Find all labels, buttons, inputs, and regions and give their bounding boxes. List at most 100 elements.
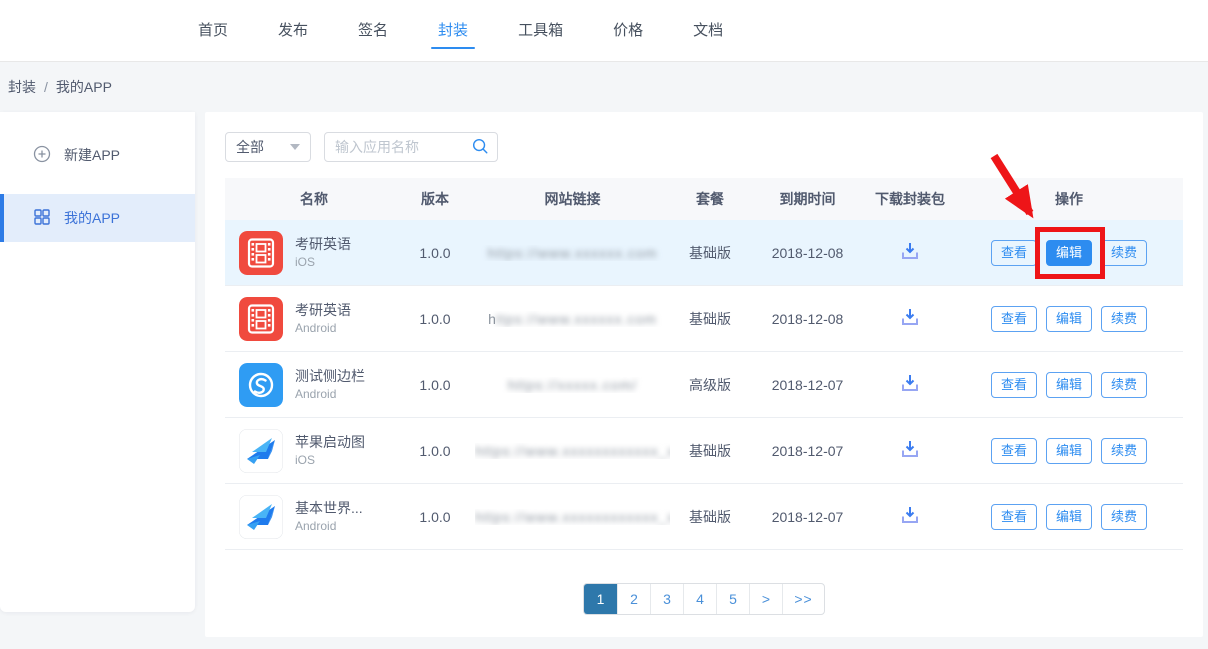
app-version: 1.0.0 [395,509,475,525]
breadcrumb-parent[interactable]: 封装 [8,79,36,95]
download-icon[interactable] [897,304,923,333]
sidebar-item-new-app[interactable]: 新建APP [0,130,195,180]
table-row: 苹果启动图 iOS 1.0.0 https://www.xxxxxxxxxxxx… [225,418,1183,484]
sidebar-item-label: 新建APP [64,145,120,165]
app-version: 1.0.0 [395,245,475,261]
nav-item-publish[interactable]: 发布 [278,0,308,62]
app-platform: Android [295,386,365,402]
column-header-plan: 套餐 [670,189,750,209]
app-version: 1.0.0 [395,443,475,459]
app-expiry: 2018-12-07 [750,443,865,459]
app-expiry: 2018-12-07 [750,509,865,525]
download-icon[interactable] [897,370,923,399]
app-name: 测试侧边栏 [295,367,365,386]
edit-button[interactable]: 编辑 [1046,504,1092,530]
download-icon[interactable] [897,502,923,531]
category-select[interactable]: 全部 [225,132,311,162]
app-platform: iOS [295,452,365,468]
nav-item-signature[interactable]: 签名 [358,0,388,62]
edit-button[interactable]: 编辑 [1046,372,1092,398]
page-button-3[interactable]: 3 [650,584,683,614]
blurred-url-text: https://www.xxxxxxxxxxxx_x [475,509,670,525]
nav-item-price[interactable]: 价格 [613,0,643,62]
category-select-value: 全部 [236,137,264,157]
edit-button[interactable]: 编辑 [1046,438,1092,464]
nav-item-toolbox[interactable]: 工具箱 [518,0,563,62]
view-button[interactable]: 查看 [991,306,1037,332]
app-url: https://xxxxx.com/ [475,377,670,393]
app-url: https://www.xxxxxxxxxxxx_x... [475,509,670,525]
breadcrumb: 封装/我的APP [8,62,112,112]
column-header-url: 网站链接 [475,189,670,209]
page-button-2[interactable]: 2 [617,584,650,614]
page-button-1[interactable]: 1 [584,584,617,614]
edit-button[interactable]: 编辑 [1046,306,1092,332]
table-row: 测试侧边栏 Android 1.0.0 https://xxxxx.com/ 高… [225,352,1183,418]
app-version: 1.0.0 [395,311,475,327]
sidebar-item-label: 我的APP [64,208,120,228]
app-name: 基本世界... [295,499,363,518]
table-row: 基本世界... Android 1.0.0 https://www.xxxxxx… [225,484,1183,550]
column-header-version: 版本 [395,189,475,209]
column-header-actions: 操作 [955,189,1183,209]
search-icon[interactable] [471,137,489,158]
nav-item-package[interactable]: 封装 [438,0,468,62]
column-header-name: 名称 [225,189,395,209]
app-platform: Android [295,518,363,534]
film-icon [239,297,283,341]
app-plan: 基础版 [670,309,750,329]
renew-button[interactable]: 续费 [1101,306,1147,332]
table-row: 考研英语 Android 1.0.0 https://www.xxxxxx.co… [225,286,1183,352]
app-url: https://www.xxxxxxxxxxxx_x... [475,443,670,459]
search-box [324,132,498,162]
page-button-4[interactable]: 4 [683,584,716,614]
renew-button[interactable]: 续费 [1101,372,1147,398]
blurred-url-text: ttps://www.xxxxxx.com [496,311,657,327]
download-icon[interactable] [897,436,923,465]
next-page-button[interactable]: > [749,584,782,614]
renew-button[interactable]: 续费 [1101,504,1147,530]
last-page-button[interactable]: >> [782,584,824,614]
download-icon[interactable] [897,238,923,267]
app-url: https://www.xxxxxx.com [475,311,670,327]
page-button-5[interactable]: 5 [716,584,749,614]
plus-circle-icon [33,145,51,166]
app-platform: Android [295,320,351,336]
search-input[interactable] [335,139,471,155]
main-panel: 全部 名称 版本 网站链接 套餐 到期时间 下载封装包 操作 考研英语 [205,112,1203,637]
app-platform: iOS [295,254,351,270]
nav-item-docs[interactable]: 文档 [693,0,723,62]
app-plan: 高级版 [670,375,750,395]
pagination: 1 2 3 4 5 > >> [583,583,825,615]
chevron-down-icon [290,144,300,150]
view-button[interactable]: 查看 [991,504,1037,530]
blurred-url-text: https://xxxxx.com/ [508,377,637,393]
top-navigation: 首页 发布 签名 封装 工具箱 价格 文档 [0,0,1208,62]
sidebar: 新建APP 我的APP [0,112,195,612]
bird-icon [239,429,283,473]
column-header-expiry: 到期时间 [750,189,865,209]
renew-button[interactable]: 续费 [1101,438,1147,464]
column-header-download: 下载封装包 [865,189,955,209]
app-expiry: 2018-12-08 [750,311,865,327]
app-name: 苹果启动图 [295,433,365,452]
blurred-url-text: https://www.xxxxxx.com [488,245,658,261]
app-plan: 基础版 [670,441,750,461]
breadcrumb-current: 我的APP [56,79,112,95]
view-button[interactable]: 查看 [991,372,1037,398]
nav-item-home[interactable]: 首页 [198,0,228,62]
app-url: https://www.xxxxxx.com [475,245,670,261]
app-name: 考研英语 [295,235,351,254]
view-button[interactable]: 查看 [991,240,1037,266]
apps-table: 名称 版本 网站链接 套餐 到期时间 下载封装包 操作 考研英语 iOS 1.0… [225,178,1183,550]
sidebar-item-my-apps[interactable]: 我的APP [0,194,195,242]
grid-icon [33,208,51,229]
film-icon [239,231,283,275]
app-version: 1.0.0 [395,377,475,393]
edit-button[interactable]: 编辑 [1046,240,1092,266]
bird-icon [239,495,283,539]
view-button[interactable]: 查看 [991,438,1037,464]
s-logo-icon [239,363,283,407]
app-plan: 基础版 [670,243,750,263]
renew-button[interactable]: 续费 [1101,240,1147,266]
